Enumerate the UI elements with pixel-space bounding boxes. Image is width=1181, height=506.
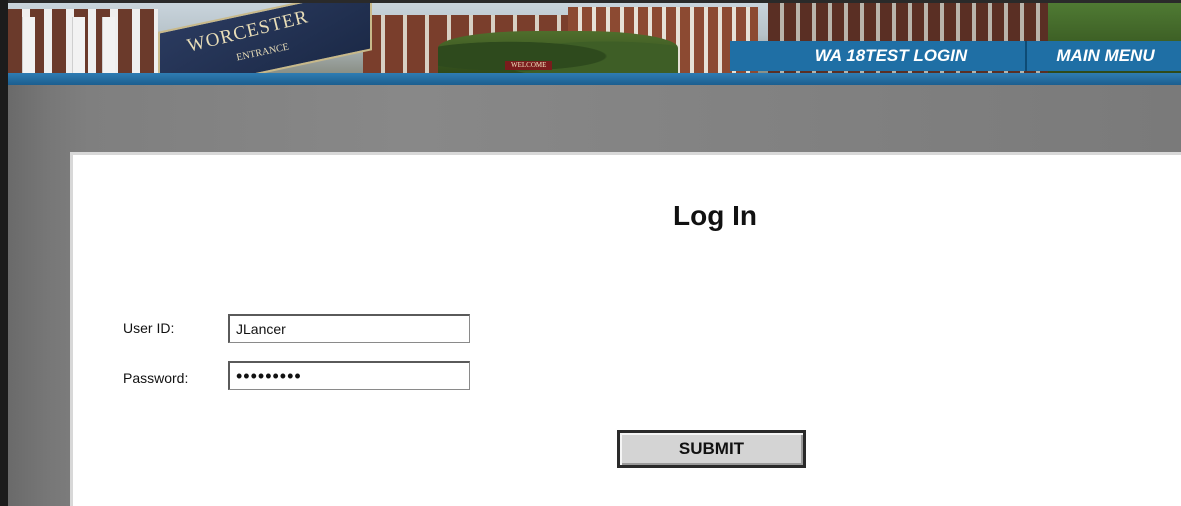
- tab-separator: [1025, 41, 1027, 71]
- user-id-label: User ID:: [123, 320, 175, 336]
- header-stripe: [8, 73, 1181, 85]
- banner-column: [72, 17, 85, 73]
- welcome-banner-text: WELCOME: [505, 61, 553, 70]
- submit-button[interactable]: SUBMIT: [617, 430, 806, 468]
- banner-trees: [438, 31, 678, 73]
- tab-main-menu[interactable]: MAIN MENU: [1030, 41, 1181, 71]
- page-title: Log In: [673, 200, 757, 231]
- banner-column: [22, 17, 35, 73]
- banner-column: [102, 17, 115, 73]
- user-id-field[interactable]: [228, 314, 470, 343]
- password-label: Password:: [123, 370, 189, 386]
- password-field[interactable]: [228, 361, 470, 390]
- tab-login[interactable]: WA 18TEST LOGIN: [760, 41, 1022, 71]
- banner-building-columns: [8, 9, 158, 73]
- window-left-border: [0, 0, 8, 506]
